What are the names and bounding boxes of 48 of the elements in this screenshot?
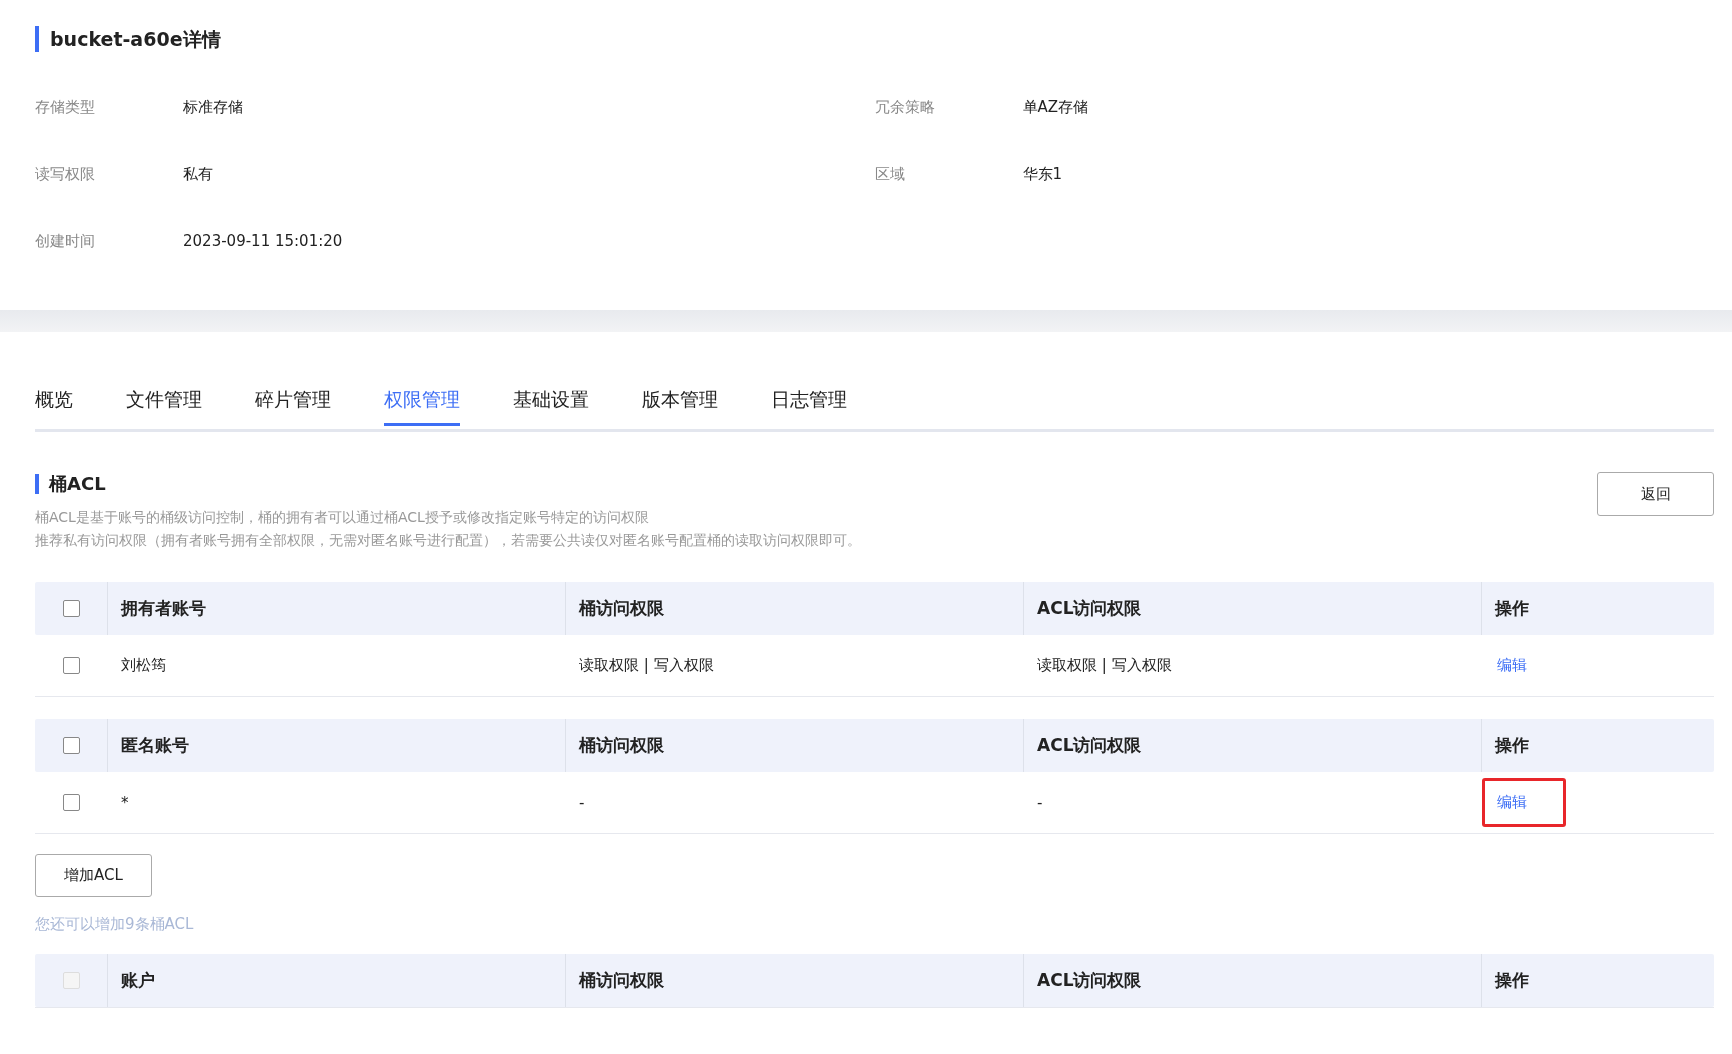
hint-text: 您还可以增加9条桶ACL [35, 915, 195, 934]
checkbox[interactable] [62, 600, 80, 617]
column-header: ACL访问权限 [1037, 734, 1142, 757]
field-label: 创建时间 [35, 232, 96, 252]
edit-link[interactable]: 编辑 [1482, 641, 1566, 690]
column-header: 操作 [1495, 969, 1529, 992]
column-header: 操作 [1495, 734, 1529, 757]
column-header: ACL访问权限 [1037, 597, 1142, 620]
table-cell: 读取权限 | 写入权限 [579, 656, 714, 675]
description-text: 桶ACL是基于账号的桶级访问控制，桶的拥有者可以通过桶ACL授予或修改指定账号特定的访问权限 [35, 508, 650, 527]
column-header: 桶访问权限 [579, 597, 664, 620]
field-value: 华东1 [1022, 165, 1063, 185]
section-title: 桶ACL [35, 474, 106, 494]
column-header: 账户 [121, 969, 155, 992]
field-label: 冗余策略 [874, 98, 936, 118]
column-header: 桶访问权限 [579, 969, 664, 992]
tab[interactable]: 日志管理 [771, 385, 847, 426]
table-cell: 刘松筠 [121, 656, 166, 675]
tab[interactable]: 版本管理 [642, 385, 718, 426]
field-label: 读写权限 [35, 165, 96, 185]
checkbox[interactable] [62, 737, 80, 754]
back-button[interactable]: 返回 [1597, 472, 1714, 516]
table-cell: * [121, 793, 129, 812]
table-cell: - [579, 793, 585, 812]
column-header: 桶访问权限 [579, 734, 664, 757]
table-cell: 读取权限 | 写入权限 [1037, 656, 1172, 675]
field-value: 私有 [183, 165, 213, 185]
field-value: 标准存储 [183, 98, 243, 118]
column-header: ACL访问权限 [1037, 969, 1142, 992]
description-text: 推荐私有访问权限（拥有者账号拥有全部权限，无需对匿名账号进行配置），若需要公共读仅对匿名账号配置桶的读取访问权限即可。 [35, 531, 861, 550]
field-value: 2023-09-11 15:01:20 [183, 232, 343, 252]
tab[interactable]: 概览 [35, 385, 73, 426]
column-header: 操作 [1495, 597, 1529, 620]
tab[interactable]: 碎片管理 [255, 385, 331, 426]
table-cell: - [1037, 793, 1043, 812]
tab[interactable]: 权限管理 [384, 385, 460, 426]
add-acl-button[interactable]: 增加ACL [35, 854, 152, 897]
column-header: 匿名账号 [121, 734, 189, 757]
page-title: bucket-a60e详情 [35, 26, 221, 52]
column-header: 拥有者账号 [121, 597, 206, 620]
tab[interactable]: 文件管理 [126, 385, 202, 426]
tab[interactable]: 基础设置 [513, 385, 589, 426]
checkbox[interactable] [63, 794, 80, 811]
field-value: 单AZ存储 [1022, 98, 1089, 118]
edit-link[interactable]: 编辑 [1482, 778, 1566, 827]
field-label: 存储类型 [35, 98, 96, 118]
checkbox[interactable] [63, 657, 80, 674]
field-label: 区域 [874, 165, 906, 185]
